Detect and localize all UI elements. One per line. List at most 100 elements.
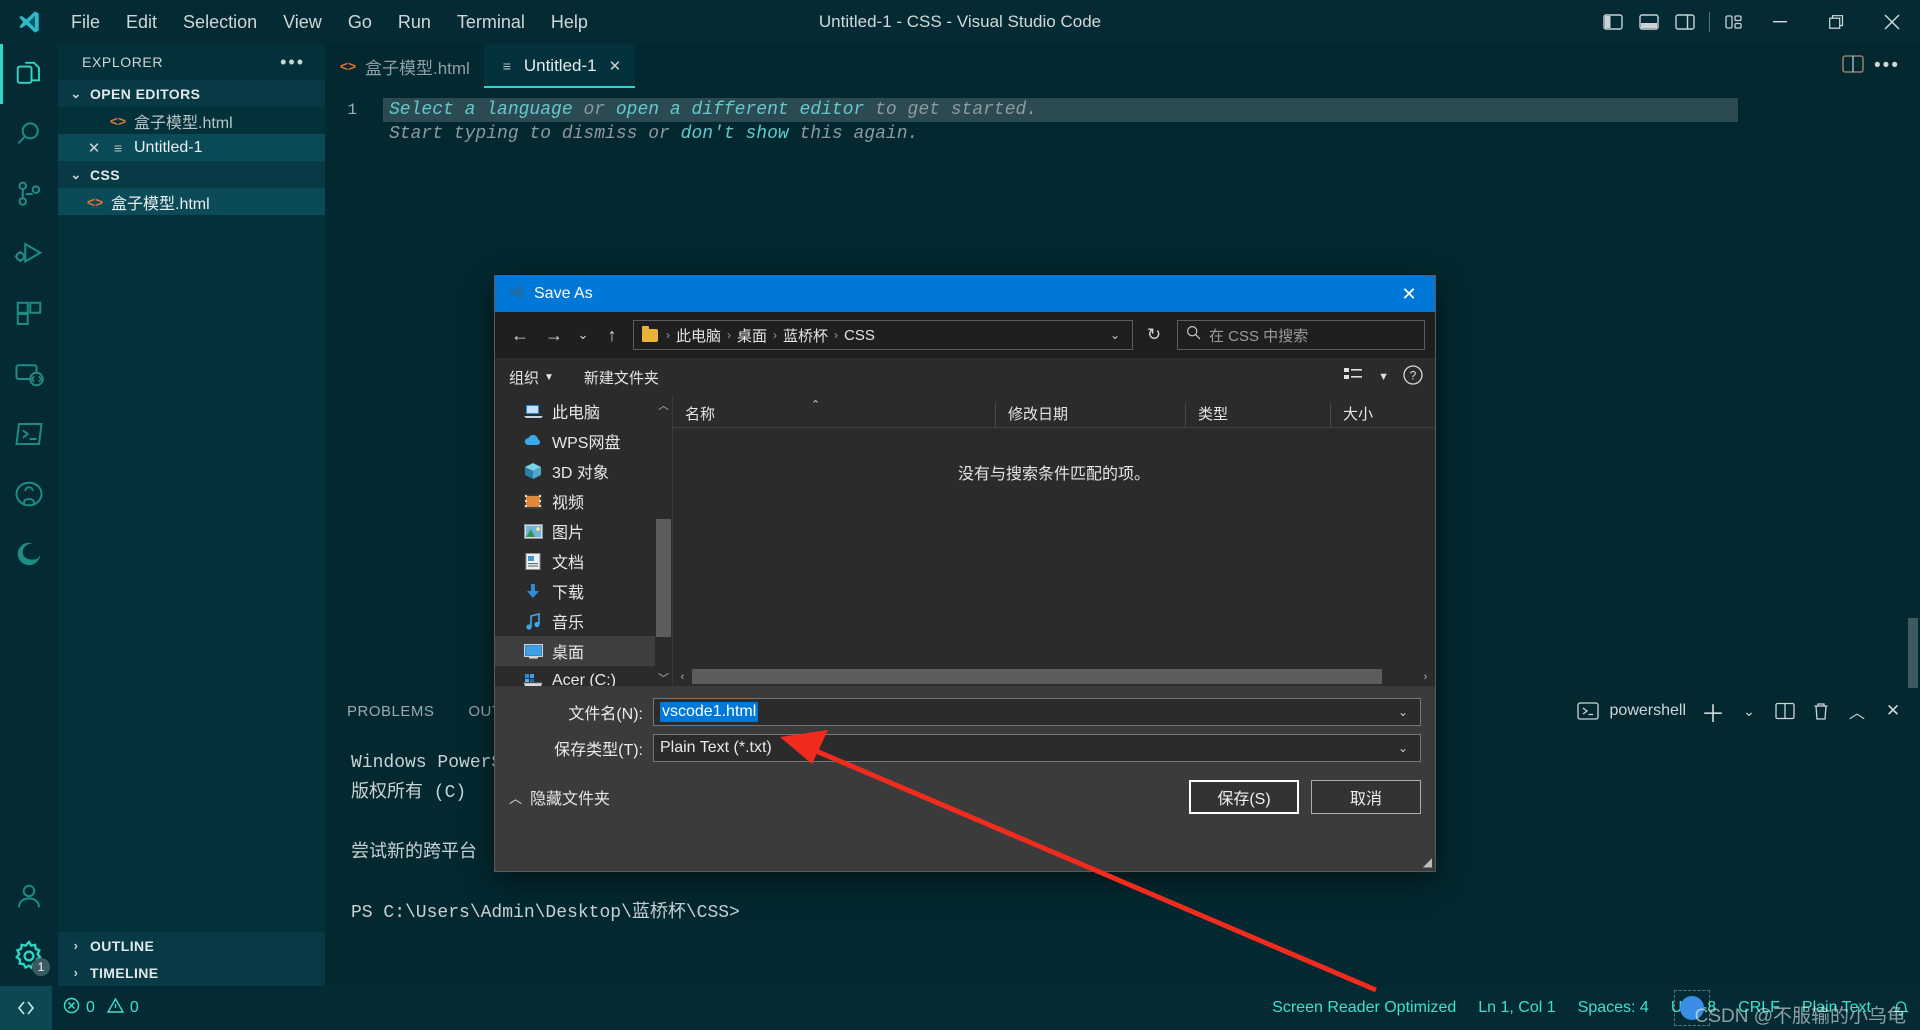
status-problems[interactable]: 0 0 <box>52 997 150 1019</box>
trash-icon[interactable] <box>1806 696 1836 726</box>
save-button[interactable]: 保存(S) <box>1189 780 1299 814</box>
activity-source-control[interactable] <box>0 164 58 224</box>
restore-button[interactable] <box>1808 0 1864 44</box>
menu-bar[interactable]: File Edit Selection View Go Run Terminal… <box>58 8 601 37</box>
activity-edge-tools[interactable] <box>0 524 58 584</box>
open-editor-item-0[interactable]: <> 盒子模型.html <box>58 107 325 134</box>
hscroll-thumb[interactable] <box>692 669 1382 684</box>
breadcrumb-this-pc[interactable]: 此电脑 <box>673 325 724 346</box>
toggle-primary-sidebar-icon[interactable] <box>1595 0 1631 44</box>
dialog-search-box[interactable]: 在 CSS 中搜索 <box>1177 320 1425 350</box>
breadcrumb-bar[interactable]: › 此电脑 › 桌面 › 蓝桥杯 › CSS ⌄ <box>633 320 1133 350</box>
menu-edit[interactable]: Edit <box>113 8 170 37</box>
activity-run-and-debug[interactable] <box>0 224 58 284</box>
ph-open-editor[interactable]: open a different editor <box>616 100 864 120</box>
section-timeline[interactable]: › TIMELINE <box>58 959 325 986</box>
organize-button[interactable]: 组织 ▼ <box>509 367 554 388</box>
tree-item-music[interactable]: 音乐 <box>495 606 672 636</box>
ph2-dont-show[interactable]: don't show <box>681 124 789 144</box>
tree-item-wps-cloud[interactable]: WPS网盘 <box>495 426 672 456</box>
close-icon[interactable]: ✕ <box>1878 696 1908 726</box>
status-indentation[interactable]: Spaces: 4 <box>1567 999 1660 1017</box>
section-open-editors[interactable]: ⌄ OPEN EDITORS <box>58 80 325 107</box>
menu-go[interactable]: Go <box>335 8 385 37</box>
hscroll-track[interactable] <box>692 667 1416 686</box>
chevron-down-icon[interactable]: ⌄ <box>1392 705 1414 719</box>
breadcrumb-css[interactable]: CSS <box>841 327 878 344</box>
chevron-right-icon[interactable]: › <box>1416 667 1435 686</box>
places-tree[interactable]: ︿ ﹀ 此电脑 WPS网盘 3D 对象 视频 图片 文档 下载 音乐 桌面 Ac… <box>495 396 673 686</box>
up-button[interactable]: ↑ <box>597 320 627 350</box>
chevron-down-icon[interactable]: ⌄ <box>1102 328 1128 342</box>
ellipsis-icon[interactable]: ••• <box>1874 55 1900 77</box>
status-language-mode[interactable]: Plain Text <box>1791 999 1882 1017</box>
customize-layout-icon[interactable] <box>1716 0 1752 44</box>
plus-icon[interactable]: ＋ <box>1698 696 1728 728</box>
activity-remote-explorer[interactable] <box>0 344 58 404</box>
chevron-down-icon[interactable]: ⌄ <box>1392 741 1414 755</box>
activity-terminal[interactable] <box>0 404 58 464</box>
tree-item-documents[interactable]: 文档 <box>495 546 672 576</box>
column-type[interactable]: 类型 <box>1185 403 1330 427</box>
tree-scrollbar-thumb[interactable] <box>656 519 671 637</box>
chevron-down-icon[interactable]: ⌄ <box>1734 696 1764 726</box>
breadcrumb-lanqiaobei[interactable]: 蓝桥杯 <box>780 325 831 346</box>
resize-grip-icon[interactable]: ◢ <box>1423 855 1432 869</box>
dialog-close-button[interactable]: ✕ <box>1383 276 1435 312</box>
hide-folders-button[interactable]: ︿ 隐藏文件夹 <box>509 785 610 809</box>
open-editor-item-1[interactable]: ✕ ≡ Untitled-1 <box>58 134 325 161</box>
column-name[interactable]: 名称 <box>673 403 995 427</box>
editor-scrollbar[interactable] <box>1908 618 1918 688</box>
split-editor-icon[interactable] <box>1842 54 1864 79</box>
activity-settings[interactable]: 1 <box>0 926 58 986</box>
close-icon[interactable]: ✕ <box>86 139 102 157</box>
section-css-folder[interactable]: ⌄ CSS <box>58 161 325 188</box>
column-modified[interactable]: 修改日期 <box>995 403 1185 427</box>
filetype-select[interactable]: Plain Text (*.txt) ⌄ <box>653 734 1421 762</box>
tree-scroll-down-button[interactable]: ﹀ <box>655 669 672 686</box>
code-editor[interactable]: 1 Select a language or open a different … <box>325 88 1920 688</box>
tree-scrollbar-track[interactable] <box>655 413 672 669</box>
close-icon[interactable]: ✕ <box>609 57 622 75</box>
help-icon[interactable]: ? <box>1403 364 1423 390</box>
refresh-icon[interactable]: ↻ <box>1139 320 1169 350</box>
toggle-panel-icon[interactable] <box>1631 0 1667 44</box>
activity-github[interactable] <box>0 464 58 524</box>
menu-terminal[interactable]: Terminal <box>444 8 538 37</box>
new-folder-button[interactable]: 新建文件夹 <box>584 367 659 388</box>
editor-tab-untitled-1[interactable]: ≡ Untitled-1 ✕ <box>483 44 636 88</box>
recent-locations-button[interactable]: ⌄ <box>573 320 593 350</box>
ellipsis-icon[interactable]: ••• <box>280 52 305 73</box>
tree-scroll-up-button[interactable]: ︿ <box>655 396 672 413</box>
tree-item-3d-objects[interactable]: 3D 对象 <box>495 456 672 486</box>
back-button[interactable]: ← <box>505 320 535 350</box>
activity-accounts[interactable] <box>0 866 58 926</box>
toggle-secondary-sidebar-icon[interactable] <box>1667 0 1703 44</box>
activity-extensions[interactable] <box>0 284 58 344</box>
tree-item-this-pc[interactable]: 此电脑 <box>495 396 672 426</box>
file-list-horizontal-scrollbar[interactable]: ‹ › <box>673 667 1435 686</box>
ph-select-language[interactable]: Select a language <box>389 100 573 120</box>
menu-help[interactable]: Help <box>538 8 601 37</box>
file-item-box-model[interactable]: <> 盒子模型.html <box>58 188 325 215</box>
remote-window-icon[interactable] <box>0 986 52 1030</box>
tree-item-acer-c[interactable]: Acer (C:) <box>495 666 672 686</box>
status-screen-reader[interactable]: Screen Reader Optimized <box>1261 999 1467 1017</box>
forward-button[interactable]: → <box>539 320 569 350</box>
view-list-icon[interactable] <box>1344 367 1364 388</box>
editor-tab-box-model[interactable]: <> 盒子模型.html <box>325 44 484 88</box>
file-list[interactable]: 名称 ⌃ 修改日期 类型 大小 没有与搜索条件匹配的项。 ‹ › <box>673 396 1435 686</box>
activity-explorer[interactable] <box>0 44 58 104</box>
menu-selection[interactable]: Selection <box>170 8 270 37</box>
bell-icon[interactable] <box>1882 1000 1920 1017</box>
panel-tab-problems[interactable]: PROBLEMS <box>347 703 434 720</box>
chevron-left-icon[interactable]: ‹ <box>673 667 692 686</box>
column-size[interactable]: 大小 <box>1330 403 1435 427</box>
status-cursor-position[interactable]: Ln 1, Col 1 <box>1467 999 1566 1017</box>
tree-item-videos[interactable]: 视频 <box>495 486 672 516</box>
section-outline[interactable]: › OUTLINE <box>58 932 325 959</box>
split-icon[interactable] <box>1770 696 1800 726</box>
cancel-button[interactable]: 取消 <box>1311 780 1421 814</box>
menu-run[interactable]: Run <box>385 8 444 37</box>
close-button[interactable] <box>1864 0 1920 44</box>
